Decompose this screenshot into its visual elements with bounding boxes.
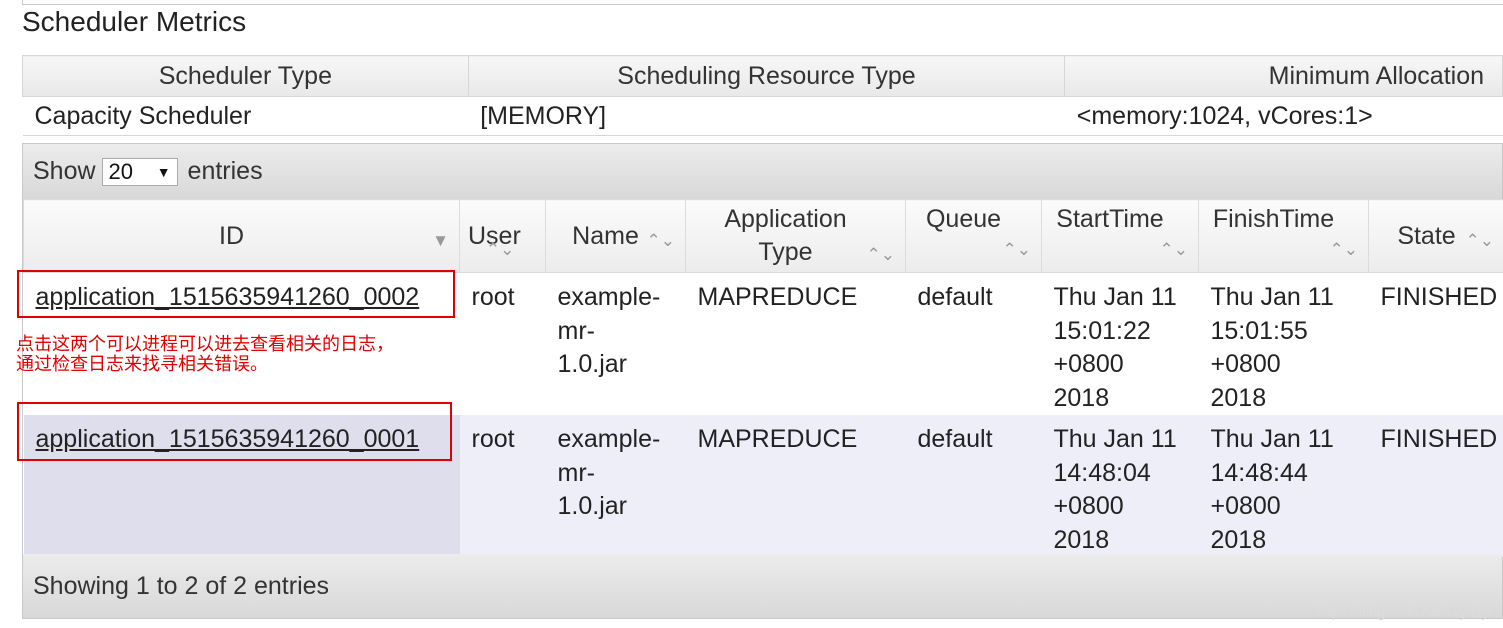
column-header-finishtime[interactable]: FinishTime ⌃⌄ <box>1198 199 1369 273</box>
row-name-line: mr- <box>557 316 595 345</box>
length-control: Show 20 ▼ entries <box>23 144 1502 199</box>
applications-table-wrapper: Show 20 ▼ entries ID ▼ User ⌃⌄ Name ⌃⌄ A… <box>22 143 1503 619</box>
column-header-application-type[interactable]: Application Type ⌃⌄ <box>685 199 906 273</box>
sort-both-icon: ⌃⌄ <box>866 245 896 264</box>
applications-table: ID ▼ User ⌃⌄ Name ⌃⌄ Application Type ⌃⌄ <box>23 199 1503 557</box>
column-id-label: ID <box>219 221 244 250</box>
row-finish-line: 2018 <box>1210 383 1267 412</box>
row-starttime: Thu Jan 11 15:01:22 +0800 2018 <box>1041 272 1199 415</box>
row-start-line: 15:01:22 <box>1053 316 1151 345</box>
sort-both-icon: ⌃⌄ <box>485 240 515 259</box>
column-header-user[interactable]: User ⌃⌄ <box>459 199 546 273</box>
sort-both-icon: ⌃⌄ <box>646 231 676 250</box>
entries-label: entries <box>187 157 263 185</box>
top-border <box>22 0 1503 5</box>
scheduler-metrics-table: Scheduler Type Scheduling Resource Type … <box>22 55 1503 136</box>
row-queue: default <box>905 272 1042 415</box>
highlight-box <box>17 402 452 461</box>
page-title: Scheduler Metrics <box>22 6 247 37</box>
row-start-line: Thu Jan 11 <box>1053 283 1177 311</box>
column-name-label: Name <box>572 221 639 250</box>
dropdown-arrow-icon: ▼ <box>156 163 171 180</box>
highlight-box <box>17 270 455 318</box>
row-start-line: +0800 <box>1053 492 1124 520</box>
row-name-line: example- <box>557 283 661 311</box>
row-state: FINISHED <box>1368 415 1503 557</box>
show-label: Show <box>33 157 96 185</box>
row-start-line: Thu Jan 11 <box>1053 425 1177 453</box>
column-state-label: State <box>1397 221 1456 250</box>
column-type-label-line2: Type <box>758 238 813 266</box>
metrics-header-min-allocation: Minimum Allocation <box>1064 55 1503 97</box>
row-finish-line: 14:48:44 <box>1210 458 1308 487</box>
row-name-line: example- <box>557 425 661 453</box>
watermark: https://blog.csdn.net/xxydzyr <box>1316 604 1493 620</box>
entries-select-value: 20 <box>108 158 134 184</box>
row-name: example- mr- 1.0.jar <box>545 272 686 415</box>
row-name-line: 1.0.jar <box>557 492 627 520</box>
column-type-label-line1: Application <box>724 205 847 233</box>
annotation-note: 点击这两个可以进程可以进去查看相关的日志， 通过检查日志来找寻相关错误。 <box>16 335 394 375</box>
row-starttime: Thu Jan 11 14:48:04 +0800 2018 <box>1041 415 1199 557</box>
column-header-state[interactable]: State ⌃⌄ <box>1368 199 1503 273</box>
row-start-line: +0800 <box>1053 350 1124 378</box>
metrics-header-resource-type: Scheduling Resource Type <box>467 55 1066 97</box>
row-start-line: 2018 <box>1053 525 1110 554</box>
row-finish-line: 15:01:55 <box>1210 316 1308 345</box>
metrics-resource-type: [MEMORY] <box>468 96 1065 136</box>
annotation-line: 通过检查日志来找寻相关错误。 <box>16 354 268 375</box>
metrics-header-scheduler-type: Scheduler Type <box>22 55 469 97</box>
column-start-label: StartTime <box>1056 205 1164 233</box>
column-queue-label: Queue <box>925 205 1002 233</box>
row-finishtime: Thu Jan 11 14:48:44 +0800 2018 <box>1198 415 1369 557</box>
row-user: root <box>459 415 546 557</box>
row-name-line: mr- <box>557 458 595 487</box>
row-user: root <box>459 272 546 415</box>
row-queue: default <box>905 415 1042 557</box>
column-header-queue[interactable]: Queue ⌃⌄ <box>905 199 1042 273</box>
sort-both-icon: ⌃⌄ <box>1329 240 1359 259</box>
entries-select[interactable]: 20 ▼ <box>101 157 178 186</box>
row-start-line: 2018 <box>1053 383 1110 412</box>
column-finish-label: FinishTime <box>1212 205 1335 233</box>
row-finish-line: Thu Jan 11 <box>1210 283 1334 311</box>
row-start-line: 14:48:04 <box>1053 458 1151 487</box>
row-state: FINISHED <box>1368 272 1503 415</box>
annotation-line: 点击这两个可以进程可以进去查看相关的日志， <box>16 334 394 355</box>
sort-both-icon: ⌃⌄ <box>1465 231 1495 250</box>
row-finish-line: 2018 <box>1210 525 1267 554</box>
sort-both-icon: ⌃⌄ <box>1159 240 1189 259</box>
metrics-min-allocation: <memory:1024, vCores:1> <box>1064 96 1503 136</box>
row-finishtime: Thu Jan 11 15:01:55 +0800 2018 <box>1198 272 1369 415</box>
sort-both-icon: ⌃⌄ <box>1002 240 1032 259</box>
column-header-starttime[interactable]: StartTime ⌃⌄ <box>1041 199 1199 273</box>
row-type: MAPREDUCE <box>685 272 906 415</box>
row-type: MAPREDUCE <box>685 415 906 557</box>
column-header-id[interactable]: ID ▼ <box>23 199 460 273</box>
metrics-scheduler-type: Capacity Scheduler <box>22 96 469 136</box>
row-name-line: 1.0.jar <box>557 350 627 378</box>
row-finish-line: Thu Jan 11 <box>1210 425 1334 453</box>
column-header-name[interactable]: Name ⌃⌄ <box>545 199 686 273</box>
table-info: Showing 1 to 2 of 2 entries <box>23 554 1502 618</box>
row-finish-line: +0800 <box>1210 492 1281 520</box>
sort-desc-icon: ▼ <box>432 231 449 250</box>
row-name: example- mr- 1.0.jar <box>545 415 686 557</box>
row-finish-line: +0800 <box>1210 350 1281 378</box>
